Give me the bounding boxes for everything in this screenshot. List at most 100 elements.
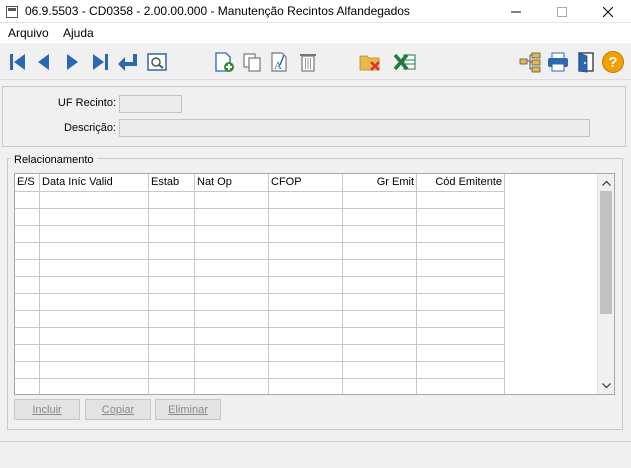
table-cell[interactable] (343, 311, 417, 328)
column-header-cfop[interactable]: CFOP (269, 174, 343, 192)
table-cell[interactable] (417, 243, 505, 260)
table-cell[interactable] (40, 209, 149, 226)
table-cell[interactable] (269, 345, 343, 362)
table-cell[interactable] (40, 311, 149, 328)
relacionamento-grid[interactable]: E/S Data Iníc Valid Estab Nat Op CFOP Gr… (14, 173, 615, 395)
table-cell[interactable] (417, 226, 505, 243)
first-record-button[interactable] (6, 50, 30, 74)
copy-record-button[interactable] (240, 50, 264, 74)
table-cell[interactable] (40, 328, 149, 345)
table-cell[interactable] (343, 192, 417, 209)
table-cell[interactable] (15, 260, 40, 277)
table-cell[interactable] (343, 379, 417, 394)
table-cell[interactable] (195, 294, 269, 311)
table-cell[interactable] (15, 243, 40, 260)
table-cell[interactable] (195, 260, 269, 277)
table-cell[interactable] (417, 328, 505, 345)
table-cell[interactable] (269, 379, 343, 394)
table-cell[interactable] (343, 209, 417, 226)
table-cell[interactable] (149, 277, 195, 294)
table-cell[interactable] (195, 345, 269, 362)
table-cell[interactable] (195, 243, 269, 260)
next-record-button[interactable] (60, 50, 84, 74)
table-cell[interactable] (343, 362, 417, 379)
table-cell[interactable] (343, 345, 417, 362)
table-cell[interactable] (195, 226, 269, 243)
folder-cancel-button[interactable] (359, 50, 383, 74)
uf-recinto-field[interactable] (119, 95, 182, 113)
table-cell[interactable] (269, 243, 343, 260)
table-cell[interactable] (149, 243, 195, 260)
excel-export-button[interactable] (393, 50, 417, 74)
table-cell[interactable] (40, 260, 149, 277)
table-cell[interactable] (15, 328, 40, 345)
table-cell[interactable] (269, 362, 343, 379)
column-header-data-inic-valid[interactable]: Data Iníc Valid (40, 174, 149, 192)
table-row[interactable] (15, 379, 505, 394)
search-button[interactable] (145, 50, 169, 74)
table-cell[interactable] (195, 209, 269, 226)
table-cell[interactable] (149, 379, 195, 394)
table-cell[interactable] (15, 209, 40, 226)
table-cell[interactable] (417, 362, 505, 379)
menu-arquivo[interactable]: Arquivo (8, 26, 49, 40)
table-cell[interactable] (15, 192, 40, 209)
table-row[interactable] (15, 362, 505, 379)
close-button[interactable] (585, 0, 631, 23)
menu-ajuda[interactable]: Ajuda (63, 26, 94, 40)
table-cell[interactable] (417, 277, 505, 294)
previous-record-button[interactable] (32, 50, 56, 74)
table-cell[interactable] (15, 362, 40, 379)
table-cell[interactable] (40, 226, 149, 243)
table-cell[interactable] (269, 328, 343, 345)
table-cell[interactable] (15, 345, 40, 362)
table-cell[interactable] (269, 192, 343, 209)
table-cell[interactable] (269, 209, 343, 226)
table-cell[interactable] (417, 311, 505, 328)
table-cell[interactable] (195, 192, 269, 209)
delete-record-button[interactable] (296, 50, 320, 74)
table-cell[interactable] (40, 192, 149, 209)
table-cell[interactable] (195, 311, 269, 328)
table-cell[interactable] (417, 209, 505, 226)
table-cell[interactable] (343, 260, 417, 277)
table-row[interactable] (15, 209, 505, 226)
table-row[interactable] (15, 328, 505, 345)
table-cell[interactable] (149, 345, 195, 362)
tree-button[interactable] (518, 50, 542, 74)
table-row[interactable] (15, 345, 505, 362)
column-header-gr-emit[interactable]: Gr Emit (343, 174, 417, 192)
table-cell[interactable] (40, 277, 149, 294)
table-cell[interactable] (15, 294, 40, 311)
table-cell[interactable] (149, 311, 195, 328)
table-cell[interactable] (269, 294, 343, 311)
table-row[interactable] (15, 260, 505, 277)
table-cell[interactable] (417, 379, 505, 394)
table-cell[interactable] (269, 311, 343, 328)
table-row[interactable] (15, 277, 505, 294)
minimize-button[interactable] (493, 0, 539, 23)
edit-record-button[interactable]: A (268, 50, 292, 74)
maximize-button[interactable] (539, 0, 585, 23)
table-cell[interactable] (149, 192, 195, 209)
copiar-button[interactable]: Copiar (85, 399, 151, 420)
scroll-thumb[interactable] (600, 191, 612, 314)
table-cell[interactable] (417, 260, 505, 277)
table-cell[interactable] (195, 328, 269, 345)
table-cell[interactable] (417, 192, 505, 209)
table-cell[interactable] (149, 294, 195, 311)
scroll-up-button[interactable] (598, 174, 614, 191)
table-cell[interactable] (40, 379, 149, 394)
table-cell[interactable] (195, 277, 269, 294)
scroll-down-button[interactable] (598, 377, 614, 394)
column-header-estab[interactable]: Estab (149, 174, 195, 192)
table-cell[interactable] (343, 328, 417, 345)
exit-button[interactable] (574, 50, 598, 74)
table-row[interactable] (15, 226, 505, 243)
table-row[interactable] (15, 294, 505, 311)
eliminar-button[interactable]: Eliminar (155, 399, 221, 420)
print-button[interactable] (546, 50, 570, 74)
table-cell[interactable] (40, 345, 149, 362)
table-cell[interactable] (269, 277, 343, 294)
descricao-field[interactable] (119, 119, 590, 137)
